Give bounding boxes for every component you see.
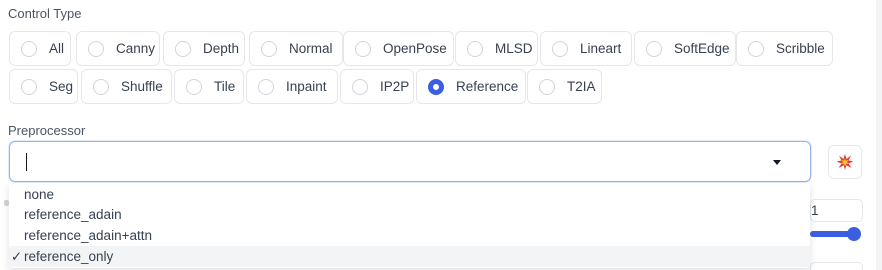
radio-indicator	[552, 40, 568, 57]
radio-indicator	[467, 40, 483, 57]
control-type-openpose[interactable]: OpenPose	[343, 31, 454, 66]
control-type-label: Control Type	[8, 6, 82, 21]
radio-indicator	[352, 78, 368, 95]
dropdown-option-label: reference_adain	[24, 207, 122, 222]
control-type-scribble[interactable]: Scribble	[736, 31, 833, 66]
radio-indicator	[748, 40, 764, 57]
run-preprocessor-button[interactable]	[828, 145, 862, 179]
dropdown-option-none[interactable]: none	[9, 184, 810, 205]
control-type-t2ia[interactable]: T2IA	[527, 69, 602, 104]
dropdown-option-reference-adain-attn[interactable]: reference_adain+attn	[9, 225, 810, 246]
slider-thumb[interactable]	[847, 227, 861, 241]
preprocessor-dropdown-list: none reference_adain reference_adain+att…	[9, 183, 810, 268]
control-type-option-label: Inpaint	[286, 78, 327, 94]
dropdown-option-label: none	[24, 187, 55, 202]
radio-indicator	[88, 40, 104, 57]
radio-indicator	[93, 78, 109, 95]
radio-indicator	[261, 40, 277, 57]
page-scrollbar[interactable]	[876, 0, 882, 270]
control-type-option-label: Scribble	[776, 40, 825, 56]
control-type-option-label: MLSD	[495, 40, 533, 56]
radio-indicator-checked	[428, 78, 444, 95]
number-input-value: 1	[811, 203, 819, 218]
control-type-option-label: IP2P	[380, 78, 410, 94]
preprocessor-dropdown-input[interactable]	[9, 141, 811, 182]
control-type-ip2p[interactable]: IP2P	[340, 69, 414, 104]
explosion-icon	[836, 154, 854, 170]
radio-indicator	[258, 78, 274, 95]
control-type-option-label: Reference	[456, 78, 519, 94]
radio-indicator	[21, 40, 37, 57]
control-type-option-label: Lineart	[580, 40, 622, 56]
control-type-option-label: SoftEdge	[674, 40, 730, 56]
secondary-number-input[interactable]	[810, 262, 863, 270]
control-type-option-label: Normal	[289, 40, 333, 56]
control-type-softedge[interactable]: SoftEdge	[634, 31, 736, 66]
control-type-inpaint[interactable]: Inpaint	[246, 69, 338, 104]
control-type-lineart[interactable]: Lineart	[540, 31, 632, 66]
control-type-seg[interactable]: Seg	[9, 69, 78, 104]
control-type-option-label: Depth	[203, 40, 240, 56]
radio-indicator	[355, 40, 371, 57]
control-type-tile[interactable]: Tile	[174, 69, 244, 104]
control-type-depth[interactable]: Depth	[163, 31, 245, 66]
dropdown-option-label: reference_adain+attn	[24, 228, 152, 243]
control-type-option-label: Seg	[49, 78, 74, 94]
control-type-option-label: Canny	[116, 40, 156, 56]
preprocessor-label: Preprocessor	[8, 123, 86, 138]
control-type-option-label: OpenPose	[383, 40, 447, 56]
radio-indicator	[186, 78, 202, 95]
control-type-reference[interactable]: Reference	[416, 69, 526, 104]
dropdown-option-reference-adain[interactable]: reference_adain	[9, 204, 810, 225]
control-type-canny[interactable]: Canny	[76, 31, 160, 66]
number-input[interactable]: 1	[810, 199, 863, 222]
dropdown-arrow-icon	[773, 160, 781, 165]
dropdown-option-reference-only[interactable]: ✓ reference_only	[9, 246, 810, 267]
radio-indicator	[539, 78, 555, 95]
control-type-option-label: Shuffle	[121, 78, 163, 94]
radio-indicator	[175, 40, 191, 57]
control-type-shuffle[interactable]: Shuffle	[81, 69, 172, 104]
control-type-option-label: Tile	[214, 78, 236, 94]
control-type-normal[interactable]: Normal	[249, 31, 343, 66]
text-caret	[26, 153, 27, 171]
dropdown-option-label: reference_only	[24, 249, 114, 264]
check-icon: ✓	[10, 249, 23, 264]
radio-indicator	[646, 40, 662, 57]
control-type-mlsd[interactable]: MLSD	[455, 31, 538, 66]
radio-indicator	[21, 78, 37, 95]
control-type-option-label: T2IA	[567, 78, 596, 94]
control-type-all[interactable]: All	[9, 31, 71, 66]
control-type-option-label: All	[49, 40, 65, 56]
